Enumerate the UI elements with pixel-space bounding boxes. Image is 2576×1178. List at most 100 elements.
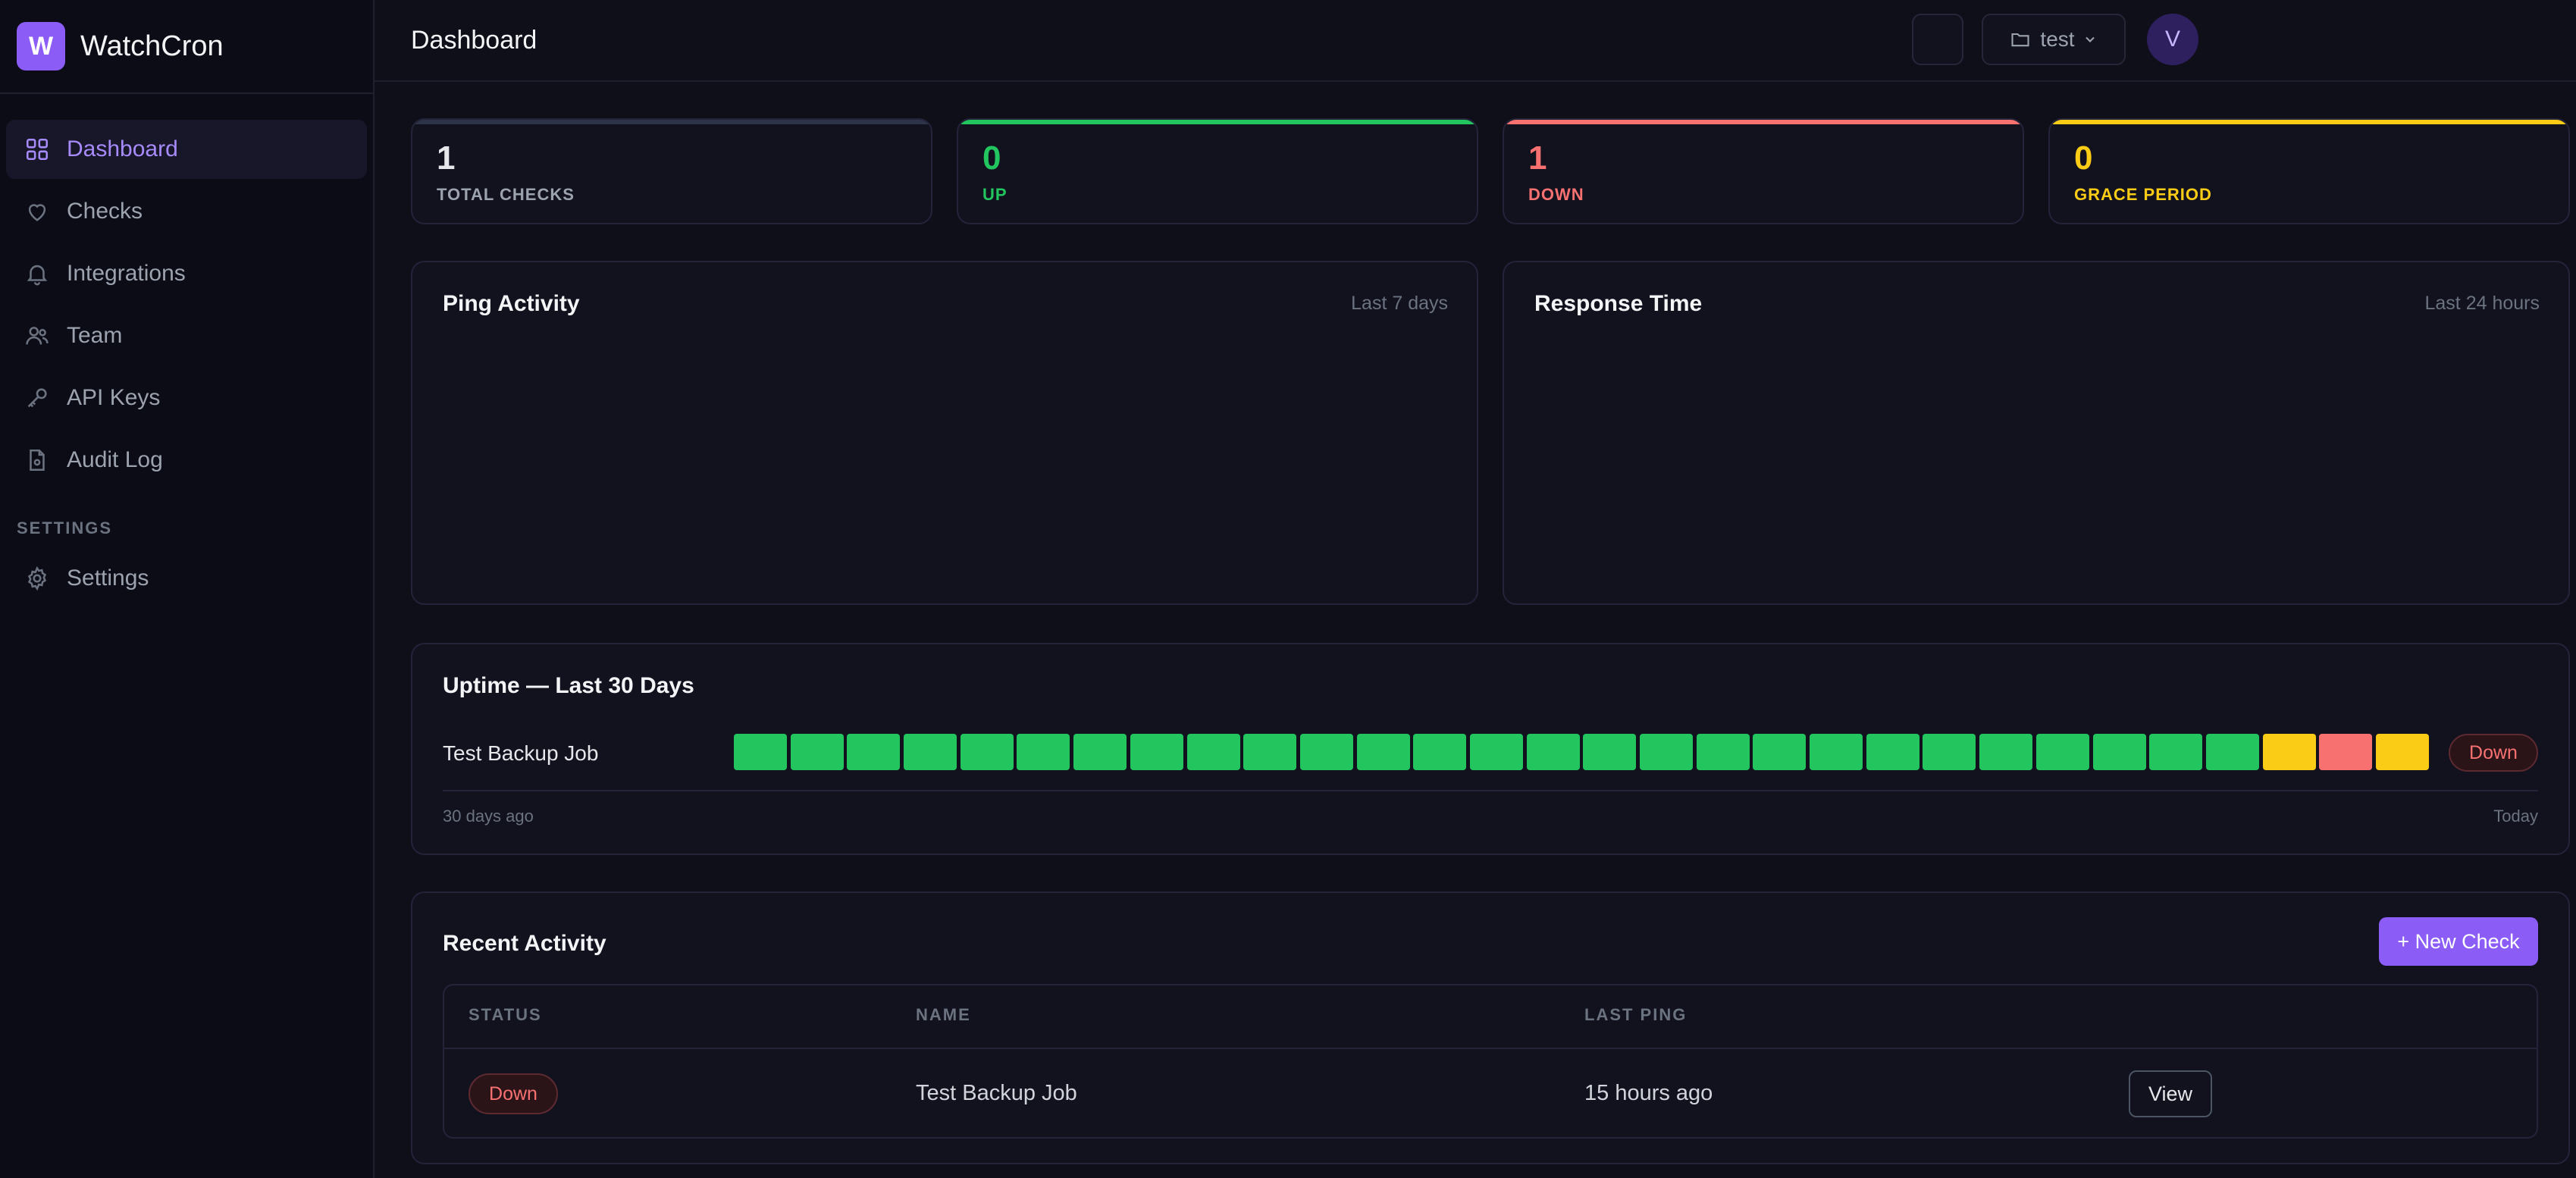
status-badge: Down (469, 1073, 558, 1114)
top-bar: Dashboard (374, 0, 2576, 82)
key-icon (24, 385, 50, 411)
uptime-day-block[interactable] (1583, 734, 1637, 770)
uptime-day-block[interactable] (1979, 734, 2033, 770)
uptime-day-block[interactable] (2149, 734, 2203, 770)
panel-range: Last 24 hours (2424, 293, 2540, 314)
uptime-day-block[interactable] (1753, 734, 1807, 770)
uptime-day-block[interactable] (1526, 734, 1580, 770)
settings-section-label: SETTINGS (17, 519, 113, 537)
new-check-button[interactable]: + New Check (2379, 917, 2538, 966)
recent-activity-panel: Recent Activity + New Check STATUS NAME … (411, 891, 2570, 1164)
heart-icon (24, 199, 50, 224)
sidebar-item-label: Dashboard (67, 136, 178, 161)
sidebar-item-label: API Keys (67, 385, 161, 410)
chevron-down-icon (2085, 36, 2095, 42)
uptime-day-block[interactable] (1640, 734, 1693, 770)
panel-title: Recent Activity (443, 931, 606, 956)
project-name: test (2040, 27, 2075, 51)
gear-icon (24, 566, 50, 591)
check-name: Test Backup Job (916, 1081, 1077, 1105)
stat-card-up: 0 UP (957, 118, 1478, 224)
activity-table: STATUS NAME LAST PING Down Test Backup J… (443, 984, 2538, 1139)
bell-icon (24, 261, 50, 287)
uptime-day-block[interactable] (847, 734, 901, 770)
stat-accent-bar (2050, 120, 2568, 124)
uptime-end-label: Today (2493, 807, 2538, 826)
stat-accent-bar (958, 120, 1477, 124)
uptime-day-block[interactable] (1696, 734, 1750, 770)
file-icon (24, 447, 50, 473)
app-logo: W (17, 22, 65, 70)
panel-title: Uptime — Last 30 Days (443, 673, 694, 698)
uptime-day-block[interactable] (1923, 734, 1976, 770)
stat-card-total-checks: 1 TOTAL CHECKS (411, 118, 932, 224)
uptime-day-block[interactable] (960, 734, 1014, 770)
uptime-blocks (734, 734, 2433, 770)
avatar[interactable]: V (2147, 14, 2198, 65)
column-header-last-ping: LAST PING (1584, 1005, 1688, 1024)
uptime-day-block[interactable] (1413, 734, 1467, 770)
stat-label: TOTAL CHECKS (437, 185, 575, 204)
view-button[interactable]: View (2129, 1070, 2212, 1117)
uptime-day-block[interactable] (1469, 734, 1523, 770)
page-title: Dashboard (411, 25, 537, 55)
brand[interactable]: W WatchCron (0, 0, 373, 94)
last-ping: 15 hours ago (1584, 1081, 1713, 1105)
uptime-day-block[interactable] (2375, 734, 2429, 770)
stat-label: UP (982, 185, 1008, 204)
sidebar-item-checks[interactable]: Checks (6, 182, 367, 241)
users-icon (24, 323, 50, 349)
stat-accent-bar (1504, 120, 2023, 124)
sidebar-item-team[interactable]: Team (6, 306, 367, 365)
folder-icon (2011, 33, 2029, 47)
panel-title: Response Time (1534, 291, 1703, 316)
sidebar-item-label: Integrations (67, 261, 186, 286)
stat-value: 1 (1528, 139, 1547, 177)
uptime-day-block[interactable] (1810, 734, 1863, 770)
uptime-day-block[interactable] (1073, 734, 1127, 770)
panel-title: Ping Activity (443, 291, 580, 316)
uptime-day-block[interactable] (1017, 734, 1070, 770)
project-selector[interactable]: test (1982, 14, 2126, 65)
column-header-name: NAME (916, 1005, 971, 1024)
uptime-day-block[interactable] (1186, 734, 1240, 770)
stat-label: GRACE PERIOD (2074, 185, 2212, 204)
divider (443, 790, 2538, 791)
uptime-day-block[interactable] (2319, 734, 2373, 770)
stat-accent-bar (412, 120, 931, 124)
stat-label: DOWN (1528, 185, 1584, 204)
stat-card-down: 1 DOWN (1503, 118, 2024, 224)
grid-icon (24, 136, 50, 162)
uptime-day-block[interactable] (2092, 734, 2146, 770)
uptime-day-block[interactable] (1299, 734, 1353, 770)
uptime-job-name[interactable]: Test Backup Job (443, 741, 598, 766)
status-badge: Down (2449, 734, 2538, 772)
sidebar-item-settings[interactable]: Settings (6, 549, 367, 608)
response-time-panel: Response Time Last 24 hours (1503, 261, 2570, 605)
uptime-day-block[interactable] (2035, 734, 2089, 770)
sidebar-item-api-keys[interactable]: API Keys (6, 368, 367, 428)
ping-activity-panel: Ping Activity Last 7 days (411, 261, 1478, 605)
uptime-day-block[interactable] (1356, 734, 1410, 770)
divider (444, 1048, 2537, 1049)
settings-nav: Settings (0, 549, 373, 608)
uptime-day-block[interactable] (1130, 734, 1183, 770)
sidebar-item-label: Audit Log (67, 447, 163, 472)
uptime-day-block[interactable] (904, 734, 957, 770)
uptime-day-block[interactable] (1866, 734, 1919, 770)
uptime-day-block[interactable] (1243, 734, 1297, 770)
uptime-day-block[interactable] (2205, 734, 2259, 770)
stat-value: 0 (2074, 139, 2093, 177)
uptime-day-block[interactable] (2262, 734, 2316, 770)
sidebar-item-label: Team (67, 323, 123, 348)
uptime-day-block[interactable] (734, 734, 787, 770)
uptime-start-label: 30 days ago (443, 807, 534, 826)
sidebar-item-label: Settings (67, 566, 149, 591)
sidebar-item-dashboard[interactable]: Dashboard (6, 120, 367, 179)
sidebar-item-label: Checks (67, 199, 143, 224)
uptime-day-block[interactable] (790, 734, 844, 770)
theme-toggle-button[interactable] (1912, 14, 1963, 65)
sidebar-item-audit-log[interactable]: Audit Log (6, 431, 367, 490)
sidebar: W WatchCron Dashboard Checks Integration… (0, 0, 374, 1178)
sidebar-item-integrations[interactable]: Integrations (6, 244, 367, 303)
